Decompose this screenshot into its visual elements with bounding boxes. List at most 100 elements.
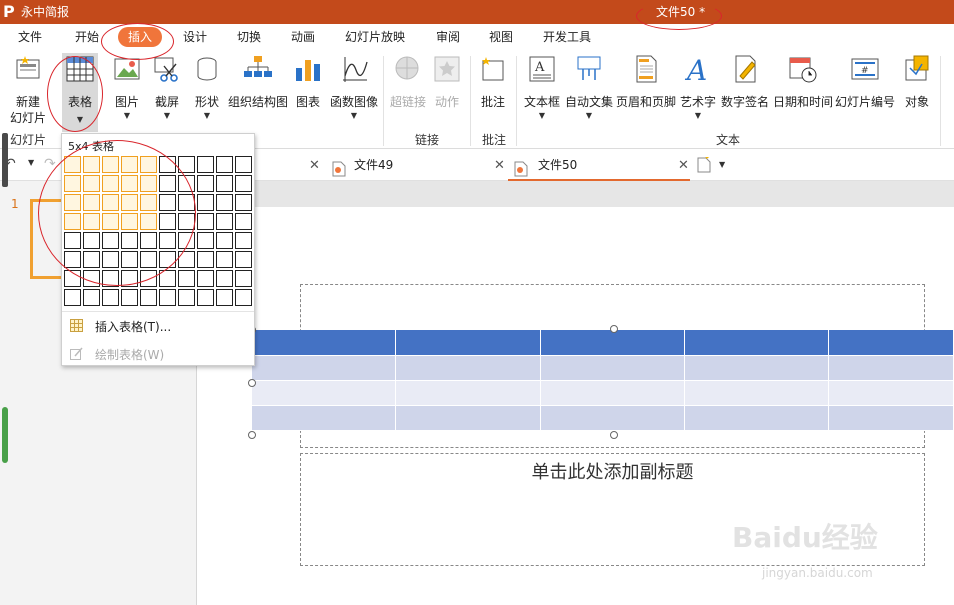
zoom-slider[interactable] — [2, 407, 8, 463]
grid-cell[interactable] — [216, 289, 233, 306]
chart-button[interactable]: 图表 — [292, 54, 324, 130]
object-button[interactable]: 对象 — [900, 54, 934, 130]
grid-cell[interactable] — [235, 251, 252, 268]
grid-cell[interactable] — [197, 232, 214, 249]
vertical-scrollbar[interactable] — [2, 133, 8, 187]
group-label-links: 链接 — [415, 133, 440, 147]
grid-cell[interactable] — [216, 156, 233, 173]
table-cell[interactable] — [396, 381, 541, 406]
wordart-icon: A — [684, 54, 707, 84]
menu-tab-review[interactable]: 审阅 — [436, 29, 460, 45]
menu-tab-home[interactable]: 开始 — [75, 29, 99, 45]
table-cell[interactable] — [541, 356, 685, 381]
grid-cell[interactable] — [235, 194, 252, 211]
table-cell[interactable] — [829, 356, 954, 381]
autotext-button[interactable]: 自动文集 ▼ — [564, 54, 614, 130]
slide-number-button[interactable]: # 幻灯片编号 — [835, 54, 895, 130]
grid-cell[interactable] — [159, 289, 176, 306]
grid-cell[interactable] — [235, 289, 252, 306]
menu-tab-developer[interactable]: 开发工具 — [543, 29, 591, 45]
doc-tab-49[interactable]: 文件49 ✕ — [328, 150, 508, 181]
grid-cell[interactable] — [235, 213, 252, 230]
insert-table-menu-item[interactable]: 插入表格(T)... — [64, 315, 252, 337]
function-graph-button[interactable]: 函数图像 ▼ — [330, 54, 378, 130]
grid-cell[interactable] — [102, 289, 119, 306]
table-cell[interactable] — [685, 381, 829, 406]
datetime-button[interactable]: 日期和时间 — [773, 54, 833, 130]
table-cell[interactable] — [252, 406, 396, 431]
slide-number: 1 — [11, 197, 19, 211]
grid-cell[interactable] — [140, 289, 157, 306]
resize-handle[interactable] — [610, 431, 618, 439]
table-cell[interactable] — [829, 406, 954, 431]
resize-handle[interactable] — [248, 379, 256, 387]
grid-cell[interactable] — [216, 175, 233, 192]
menu-tab-design[interactable]: 设计 — [183, 29, 207, 45]
org-chart-button[interactable]: 组织结构图 — [228, 54, 288, 130]
grid-cell[interactable] — [197, 213, 214, 230]
comment-button[interactable]: 批注 — [476, 54, 510, 130]
grid-cell[interactable] — [235, 156, 252, 173]
header-footer-button[interactable]: 页眉和页脚 — [616, 54, 676, 130]
textbox-button[interactable]: A 文本框 ▼ — [522, 54, 562, 130]
grid-cell[interactable] — [64, 289, 81, 306]
table-cell[interactable] — [685, 330, 829, 356]
table-cell[interactable] — [685, 406, 829, 431]
grid-cell[interactable] — [197, 194, 214, 211]
grid-cell[interactable] — [235, 175, 252, 192]
action-button[interactable]: 动作 — [430, 54, 464, 130]
table-cell[interactable] — [396, 330, 541, 356]
grid-cell[interactable] — [216, 270, 233, 287]
undo-caret-icon[interactable]: ▼ — [28, 158, 34, 167]
picture-button[interactable]: 图片 ▼ — [110, 54, 144, 130]
draw-table-menu-item[interactable]: 绘制表格(W) — [64, 343, 252, 365]
table-cell[interactable] — [829, 381, 954, 406]
grid-cell[interactable] — [197, 270, 214, 287]
table-cell[interactable] — [541, 330, 685, 356]
table-cell[interactable] — [252, 330, 396, 356]
new-slide-button[interactable]: 新建 幻灯片 — [4, 54, 52, 130]
group-separator — [470, 56, 471, 146]
grid-cell[interactable] — [216, 213, 233, 230]
grid-cell[interactable] — [235, 270, 252, 287]
menu-tab-view[interactable]: 视图 — [489, 29, 513, 45]
screenshot-button[interactable]: 截屏 ▼ — [150, 54, 184, 130]
grid-cell[interactable] — [197, 289, 214, 306]
menu-tab-slideshow[interactable]: 幻灯片放映 — [345, 29, 405, 45]
table-cell[interactable] — [541, 381, 685, 406]
menu-tab-animation[interactable]: 动画 — [291, 29, 315, 45]
grid-cell[interactable] — [178, 289, 195, 306]
doc-tab-50[interactable]: 文件50 ✕ — [508, 150, 690, 181]
table-cell[interactable] — [252, 381, 396, 406]
table-cell[interactable] — [541, 406, 685, 431]
grid-cell[interactable] — [197, 175, 214, 192]
grid-cell[interactable] — [216, 251, 233, 268]
new-document-icon[interactable] — [697, 155, 711, 173]
grid-cell[interactable] — [197, 251, 214, 268]
inserted-table[interactable] — [252, 330, 954, 435]
close-icon[interactable]: ✕ — [494, 150, 505, 181]
table-cell[interactable] — [829, 330, 954, 356]
menu-tab-transition[interactable]: 切换 — [237, 29, 261, 45]
table-cell[interactable] — [396, 406, 541, 431]
grid-cell[interactable] — [178, 270, 195, 287]
close-icon[interactable]: ✕ — [678, 150, 689, 181]
tab-close-icon[interactable]: ✕ — [309, 158, 320, 173]
menu-tab-file[interactable]: 文件 — [18, 29, 42, 45]
grid-cell[interactable] — [216, 194, 233, 211]
resize-handle[interactable] — [248, 431, 256, 439]
wordart-button[interactable]: A 艺术字 ▼ — [680, 54, 716, 130]
table-cell[interactable] — [252, 356, 396, 381]
hyperlink-button[interactable]: 超链接 — [388, 54, 428, 130]
resize-handle[interactable] — [610, 325, 618, 333]
grid-cell[interactable] — [235, 232, 252, 249]
grid-cell[interactable] — [216, 232, 233, 249]
digital-signature-button[interactable]: 数字签名 — [720, 54, 770, 130]
shape-button[interactable]: 形状 ▼ — [190, 54, 224, 130]
grid-cell[interactable] — [121, 289, 138, 306]
grid-cell[interactable] — [83, 289, 100, 306]
table-cell[interactable] — [685, 356, 829, 381]
grid-cell[interactable] — [197, 156, 214, 173]
table-cell[interactable] — [396, 356, 541, 381]
new-document-caret-icon[interactable]: ▼ — [719, 160, 725, 169]
